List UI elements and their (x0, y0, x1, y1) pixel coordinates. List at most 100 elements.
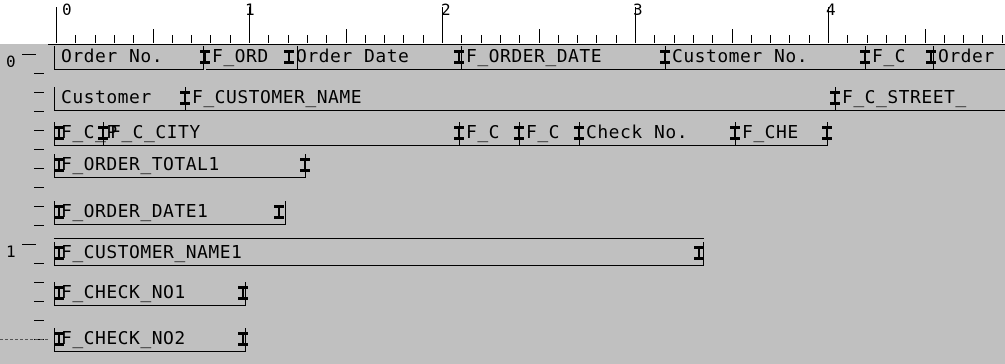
ruler-tick (172, 35, 173, 43)
field-resize-handle[interactable] (54, 203, 64, 221)
vruler-tick (22, 54, 36, 55)
field-resize-handle[interactable] (284, 48, 294, 66)
vruler-number-0: 0 (6, 52, 16, 71)
field-resize-handle[interactable] (54, 330, 64, 348)
ruler-tick (114, 35, 115, 43)
ruler-tick (423, 35, 424, 43)
vruler-tick (34, 263, 44, 264)
vruler-tick (34, 206, 44, 207)
vruler-tick (34, 73, 44, 74)
customer-no-field[interactable]: F_C (866, 46, 934, 70)
ruler-tick (500, 35, 501, 43)
vruler-tick (34, 320, 44, 321)
check-no-field[interactable]: F_CHE (736, 122, 828, 146)
order-total1-field[interactable]: F_ORDER_TOTAL1 (54, 154, 306, 178)
field-resize-handle[interactable] (274, 203, 284, 221)
ruler-tick (442, 7, 443, 43)
field-resize-handle[interactable] (694, 244, 704, 262)
field-resize-handle[interactable] (454, 124, 464, 142)
ruler-tick (133, 35, 134, 43)
check-no2-field[interactable]: F_CHECK_NO2 (54, 328, 246, 352)
ruler-tick (770, 35, 771, 43)
c-city-field[interactable]: F_C_CITY (104, 122, 460, 146)
ruler-tick (558, 35, 559, 43)
field-resize-handle[interactable] (822, 124, 832, 142)
field-resize-handle[interactable] (54, 124, 64, 142)
c-field-a[interactable]: F_C (460, 122, 520, 146)
horizontal-ruler[interactable]: 0 1 2 3 4 (48, 0, 1005, 45)
field-resize-handle[interactable] (200, 48, 210, 66)
check-no1-field[interactable]: F_CHECK_NO1 (54, 282, 246, 306)
ruler-tick (809, 35, 810, 43)
ruler-tick (153, 29, 154, 43)
field-resize-handle[interactable] (830, 89, 840, 107)
vruler-number-1: 1 (6, 242, 16, 261)
vruler-tick (34, 111, 44, 112)
customer-name-field[interactable]: F_CUSTOMER_NAME (186, 87, 836, 111)
field-resize-handle[interactable] (860, 48, 870, 66)
ruler-tick (944, 35, 945, 43)
ruler-tick (616, 35, 617, 43)
ruler-tick (365, 35, 366, 43)
ruler-tick (210, 35, 211, 43)
field-resize-handle[interactable] (238, 330, 248, 348)
order-label-cut[interactable]: Order (932, 46, 1005, 70)
ruler-tick (326, 35, 327, 43)
vertical-ruler[interactable]: 0 1 (0, 44, 48, 364)
ruler-tick (635, 7, 636, 43)
ruler-tick (75, 35, 76, 43)
field-resize-handle[interactable] (514, 124, 524, 142)
ruler-tick (539, 29, 540, 43)
ruler-tick (249, 7, 250, 43)
ruler-tick (886, 35, 887, 43)
ruler-tick (905, 35, 906, 43)
field-resize-handle[interactable] (54, 156, 64, 174)
ruler-tick (577, 35, 578, 43)
ruler-tick (712, 35, 713, 43)
ruler-tick (596, 35, 597, 43)
field-resize-handle[interactable] (98, 124, 108, 142)
customer-name1-field[interactable]: F_CUSTOMER_NAME1 (54, 242, 704, 266)
ruler-tick (95, 35, 96, 43)
ruler-tick (191, 35, 192, 43)
field-resize-handle[interactable] (926, 48, 936, 66)
field-resize-handle[interactable] (180, 89, 190, 107)
ruler-tick (230, 35, 231, 43)
field-resize-handle[interactable] (660, 48, 670, 66)
ruler-number-0: 0 (62, 0, 72, 19)
field-resize-handle[interactable] (300, 156, 310, 174)
order-date-field[interactable]: F_ORDER_DATE (460, 46, 666, 70)
vruler-tick (34, 282, 44, 283)
order-date-label[interactable]: Order Date (290, 46, 462, 70)
field-resize-handle[interactable] (574, 124, 584, 142)
vruler-tick (22, 244, 36, 245)
ruler-tick (1002, 35, 1003, 43)
field-resize-handle[interactable] (54, 284, 64, 302)
field-resize-handle[interactable] (454, 48, 464, 66)
ruler-tick (307, 35, 308, 43)
ruler-tick (288, 35, 289, 43)
order-date1-field[interactable]: F_ORDER_DATE1 (54, 201, 286, 225)
ruler-tick (481, 35, 482, 43)
ruler-tick (789, 35, 790, 43)
ruler-tick (56, 7, 57, 43)
ruler-tick (751, 35, 752, 43)
check-no-label[interactable]: Check No. (580, 122, 736, 146)
report-layout-canvas[interactable]: Order No. F_ORD Order Date F_ORDER_DATE … (48, 44, 1005, 364)
vruler-tick (34, 301, 44, 302)
ruler-tick (268, 35, 269, 43)
field-resize-handle[interactable] (54, 244, 64, 262)
ruler-tick (346, 29, 347, 43)
ruler-tick (847, 35, 848, 43)
customer-label[interactable]: Customer (54, 87, 186, 111)
field-resize-handle[interactable] (238, 284, 248, 302)
customer-no-label[interactable]: Customer No. (666, 46, 866, 70)
ruler-tick (963, 35, 964, 43)
page-break-line (0, 339, 48, 340)
order-no-label[interactable]: Order No. (54, 46, 204, 70)
c-field-b[interactable]: F_C (520, 122, 580, 146)
ruler-tick (403, 35, 404, 43)
vruler-tick (34, 187, 44, 188)
field-resize-handle[interactable] (730, 124, 740, 142)
c-street-field[interactable]: F_C_STREET_ (836, 87, 1005, 111)
